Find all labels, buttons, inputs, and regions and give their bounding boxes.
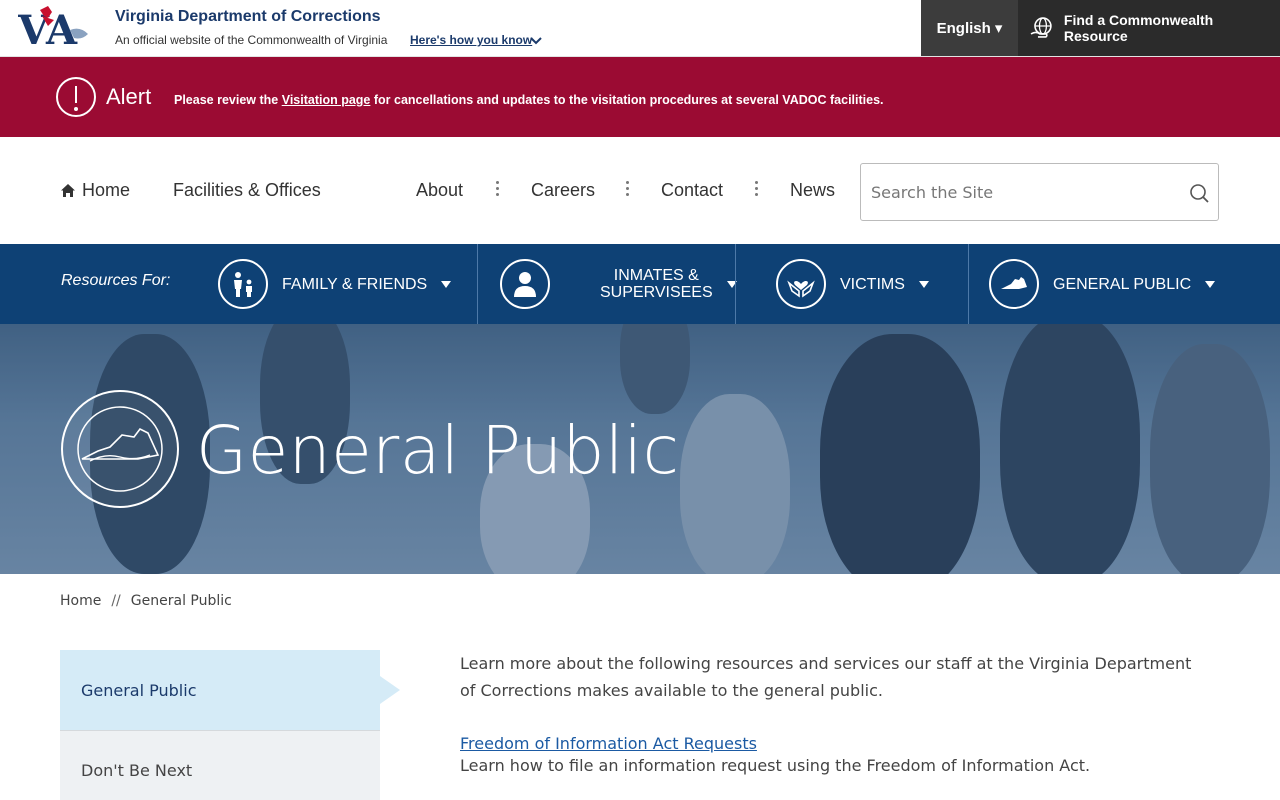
globe-hand-icon xyxy=(1030,17,1052,38)
virginia-logo[interactable]: V A xyxy=(18,4,94,48)
caret-down-icon xyxy=(1205,280,1216,288)
official-website-text: An official website of the Commonwealth … xyxy=(115,33,388,47)
hero-banner: General Public xyxy=(0,324,1280,574)
page-title: General Public xyxy=(196,412,680,489)
nav-separator xyxy=(496,181,500,197)
caret-down-icon: ▾ xyxy=(994,20,1003,37)
language-selector[interactable]: English ▾ xyxy=(921,0,1018,56)
foia-description: Learn how to file an information request… xyxy=(460,756,1091,775)
breadcrumb-home[interactable]: Home xyxy=(60,593,101,609)
resources-label: Resources For: xyxy=(61,272,171,289)
breadcrumb-current: General Public xyxy=(130,593,232,609)
resource-inmates-supervisees[interactable]: Inmates & Supervisees xyxy=(500,244,737,324)
foia-requests-link[interactable]: Freedom of Information Act Requests xyxy=(460,734,757,753)
resource-inmates-line1: Inmates & xyxy=(613,267,699,284)
how-you-know-link[interactable]: Here's how you know xyxy=(410,33,532,47)
family-icon xyxy=(218,259,268,309)
commonwealth-resource-label: Find a Commonwealth Resource xyxy=(1063,12,1214,44)
main-content: Learn more about the following resources… xyxy=(460,650,1200,775)
nav-careers[interactable]: Careers xyxy=(531,180,595,201)
caret-down-icon xyxy=(441,280,452,288)
nav-facilities-offices[interactable]: Facilities & Offices xyxy=(173,180,321,201)
resource-general-public[interactable]: General Public xyxy=(989,244,1216,324)
alert-text-before: Please review the xyxy=(174,93,282,107)
resource-general-public-label: General Public xyxy=(1053,275,1192,293)
agency-name[interactable]: Virginia Department of Corrections xyxy=(115,8,381,26)
side-navigation: General Public Don't Be Next xyxy=(60,650,400,800)
resources-bar: Resources For: Family & Friends Inmates … xyxy=(0,244,1280,324)
search-box xyxy=(860,163,1219,221)
nav-contact[interactable]: Contact xyxy=(661,180,723,201)
resource-family-friends-label: Family & Friends xyxy=(282,275,428,293)
exclamation-icon xyxy=(56,77,96,117)
intro-text: Learn more about the following resources… xyxy=(460,654,1192,700)
resource-inmates-line2: Supervisees xyxy=(600,284,713,301)
resource-divider xyxy=(968,244,969,324)
nav-separator xyxy=(755,181,759,197)
resource-divider xyxy=(477,244,478,324)
alert-title: Alert xyxy=(106,84,152,109)
doc-seal-icon xyxy=(61,390,179,508)
nav-about[interactable]: About xyxy=(416,180,463,201)
resource-victims-label: Victims xyxy=(840,275,905,293)
resource-inmates-supervisees-label: Inmates & Supervisees xyxy=(600,267,713,301)
caret-down-icon xyxy=(918,280,929,288)
commonwealth-resource-button[interactable]: Find a Commonwealth Resource xyxy=(1018,0,1280,56)
chevron-down-icon[interactable] xyxy=(529,33,543,47)
virginia-map-icon xyxy=(989,259,1039,309)
search-icon[interactable] xyxy=(1188,182,1210,204)
alert-banner: Alert Please review the Visitation page … xyxy=(0,57,1280,137)
main-navigation: Home Facilities & Offices About Careers … xyxy=(0,137,1280,244)
sidenav-item-general-public[interactable]: General Public xyxy=(60,650,400,730)
resource-divider xyxy=(735,244,736,324)
breadcrumb-separator: // xyxy=(111,593,121,609)
nav-separator xyxy=(626,181,630,197)
alert-text-after: for cancellations and updates to the vis… xyxy=(370,93,884,107)
person-icon xyxy=(500,259,550,309)
resource-victims[interactable]: Victims xyxy=(776,244,929,324)
nav-news[interactable]: News xyxy=(790,180,835,201)
visitation-page-link[interactable]: Visitation page xyxy=(282,93,371,107)
top-bar: V A Virginia Department of Corrections A… xyxy=(0,0,1280,57)
resource-family-friends[interactable]: Family & Friends xyxy=(218,244,452,324)
nav-home-label: Home xyxy=(82,180,131,200)
home-icon xyxy=(61,184,75,197)
sidenav-item-dont-be-next[interactable]: Don't Be Next xyxy=(60,730,380,800)
alert-message: Please review the Visitation page for ca… xyxy=(174,93,884,107)
breadcrumb: Home // General Public xyxy=(60,593,232,609)
nav-home[interactable]: Home xyxy=(60,180,130,201)
language-label: English xyxy=(936,19,991,37)
search-input[interactable] xyxy=(861,164,1171,220)
heart-hands-icon xyxy=(776,259,826,309)
